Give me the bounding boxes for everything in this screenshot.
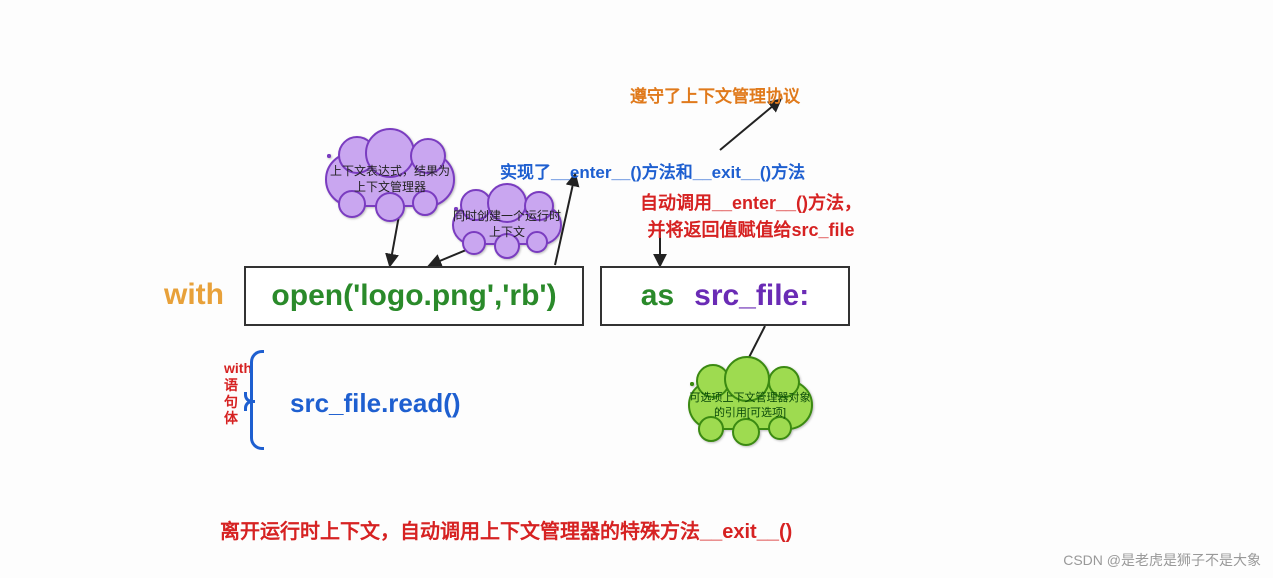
keyword-as: as: [641, 279, 674, 313]
code-body: src_file.read(): [290, 388, 461, 419]
cloud-runtime-context-text: 同时创建一个运行时上下文: [442, 195, 572, 255]
cloud-optional-ref: 可选项上下文管理器对象的引用[可选项]: [680, 368, 820, 443]
cloud-context-expr: 上下文表达式，结果为上下文管理器: [320, 140, 460, 220]
box-as-target: as src_file:: [600, 266, 850, 326]
keyword-with: with: [164, 278, 224, 312]
watermark: CSDN @是老虎是狮子不是大象: [1063, 550, 1261, 570]
cloud-context-expr-text: 上下文表达式，结果为上下文管理器: [320, 140, 460, 220]
label-exit: 离开运行时上下文，自动调用上下文管理器的特殊方法__exit__(): [220, 515, 792, 544]
brace-icon: [250, 350, 264, 450]
box-open-call: open('logo.png','rb'): [244, 266, 584, 326]
code-srcfile: src_file:: [694, 279, 809, 313]
code-open: open('logo.png','rb'): [271, 279, 556, 313]
cloud-runtime-context: 同时创建一个运行时上下文: [442, 195, 572, 255]
label-methods: 实现了__enter__()方法和__exit__()方法: [500, 158, 805, 183]
label-with-body: with语句体: [224, 360, 238, 427]
label-protocol: 遵守了上下文管理协议: [630, 82, 800, 107]
cloud-optional-ref-text: 可选项上下文管理器对象的引用[可选项]: [680, 368, 820, 443]
label-auto-enter: 自动调用__enter__()方法， 并将返回值赋值给src_file: [640, 190, 862, 244]
